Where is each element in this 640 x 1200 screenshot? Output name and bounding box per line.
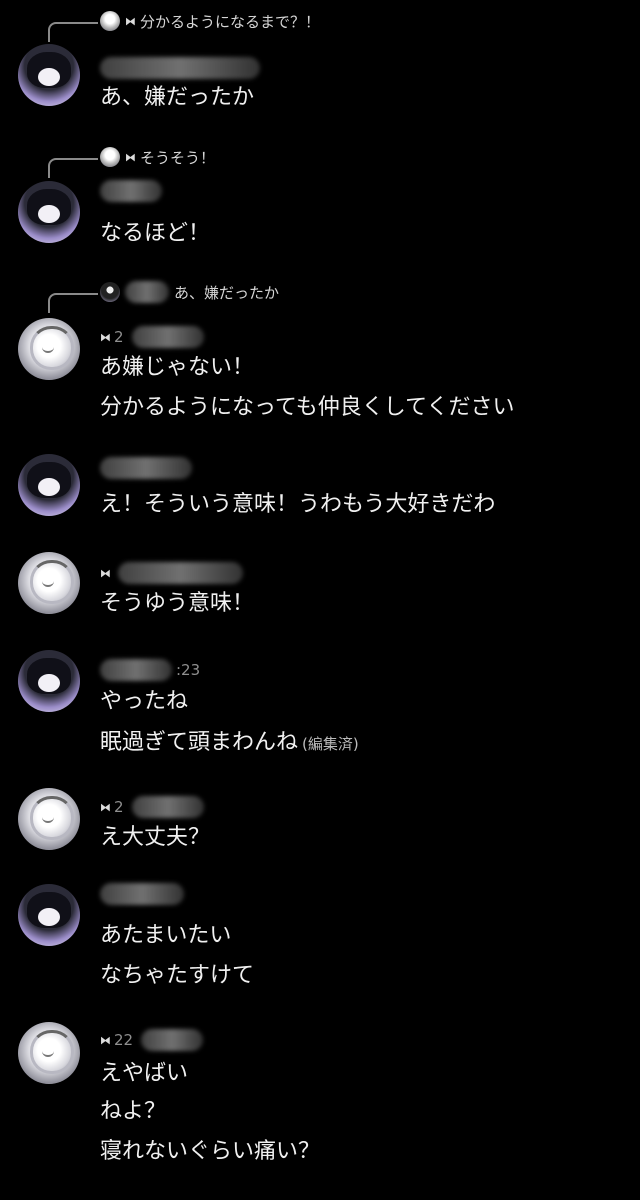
- message-text: あ、嫌だったか: [100, 85, 255, 110]
- message-header: ⧓ 2: [100, 792, 204, 822]
- blurred-username: [125, 281, 169, 303]
- message-text: えやばい: [100, 1061, 189, 1086]
- message-header: ⧓ 22: [100, 1025, 204, 1055]
- message-text: なるほど！: [100, 221, 211, 246]
- blurred-timestamp: [118, 562, 243, 584]
- reply-avatar-icon: [100, 282, 120, 302]
- bowtie-icon: ⧓: [100, 1033, 111, 1047]
- avatar[interactable]: [18, 454, 80, 516]
- reply-avatar-icon: [100, 11, 120, 31]
- message-time: :23: [176, 661, 201, 679]
- blurred-timestamp: [131, 326, 204, 348]
- message-header: [100, 879, 184, 909]
- avatar[interactable]: [18, 1022, 80, 1084]
- message-text: やったね: [100, 689, 189, 714]
- blurred-username: [100, 659, 172, 681]
- message-text: 眠過ぎて頭まわんね (編集済): [100, 729, 359, 758]
- message-text: ねよ？: [100, 1099, 167, 1124]
- blurred-username: [100, 57, 260, 79]
- avatar[interactable]: [18, 788, 80, 850]
- message-header: [100, 453, 192, 483]
- reply-text: そうそう！: [140, 148, 216, 167]
- message-text: なちゃたすけて: [100, 963, 255, 988]
- bowtie-icon: ⧓: [125, 14, 136, 28]
- message-header: [100, 53, 260, 83]
- edited-label: (編集済): [302, 735, 359, 753]
- reply-connector: [48, 22, 98, 42]
- bowtie-icon: ⧓: [100, 330, 111, 344]
- message-header: [100, 176, 162, 206]
- avatar[interactable]: [18, 650, 80, 712]
- reply-avatar-icon: [100, 147, 120, 167]
- blurred-username: [100, 883, 184, 905]
- reply-preview[interactable]: ⧓ 分かるようになるまで？！: [100, 9, 320, 33]
- reply-preview[interactable]: あ、嫌だったか: [100, 280, 279, 304]
- reply-text: あ、嫌だったか: [174, 283, 280, 302]
- avatar[interactable]: [18, 181, 80, 243]
- blurred-username: [100, 180, 162, 202]
- avatar[interactable]: [18, 552, 80, 614]
- message-text: え大丈夫？: [100, 825, 211, 850]
- blurred-username: [100, 457, 192, 479]
- bowtie-icon: ⧓: [100, 800, 111, 814]
- bowtie-icon: ⧓: [100, 566, 111, 580]
- message-time: 2: [114, 328, 124, 346]
- message-time: 22: [114, 1031, 134, 1049]
- message-text: え！そういう意味！うわもう大好きだわ: [100, 492, 496, 517]
- message-text-body: 眠過ぎて頭まわんね: [100, 730, 299, 755]
- reply-preview[interactable]: ⧓ そうそう！: [100, 145, 215, 169]
- message-time: 2: [114, 798, 124, 816]
- reply-text: 分かるようになるまで？！: [140, 12, 321, 31]
- avatar[interactable]: [18, 318, 80, 380]
- message-header: :23: [100, 655, 200, 685]
- message-text: 寝れないぐらい痛い？: [100, 1139, 321, 1164]
- bowtie-icon: ⧓: [125, 150, 136, 164]
- blurred-timestamp: [141, 1029, 204, 1051]
- avatar[interactable]: [18, 44, 80, 106]
- reply-connector: [48, 158, 98, 178]
- message-header: ⧓ 2: [100, 322, 204, 352]
- blurred-timestamp: [131, 796, 204, 818]
- message-text: あたまいたい: [100, 923, 232, 948]
- message-text: そうゆう意味！: [100, 591, 255, 616]
- message-text: あ嫌じゃない！: [100, 355, 255, 380]
- message-header: ⧓: [100, 558, 243, 588]
- message-text: 分かるようになっても仲良くしてください: [100, 395, 515, 420]
- reply-connector: [48, 293, 98, 313]
- avatar[interactable]: [18, 884, 80, 946]
